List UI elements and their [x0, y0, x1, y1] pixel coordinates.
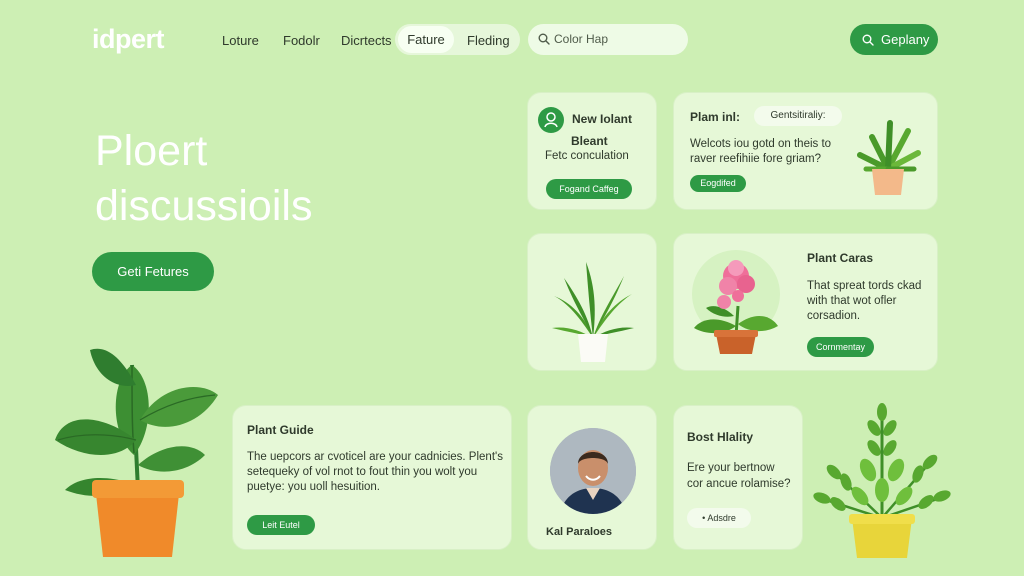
best-healthy-title: Bost Hlality [687, 430, 754, 444]
hero-title-line1: Ploert [95, 127, 208, 175]
plant-care-text-line2: with that wot ofler [807, 295, 897, 307]
new-plant-text: Fetc conculation [545, 150, 629, 162]
plant-guide-title: Plant Guide [247, 423, 314, 437]
nav-link-fleding[interactable]: Fleding [467, 33, 510, 48]
plant-info-button[interactable]: Eogdifed [690, 175, 746, 192]
card-plant-guide[interactable]: Plant Guide The uepcors ar cvoticel are … [232, 405, 512, 550]
plant-info-title: Plam inl: [690, 110, 741, 124]
nav-link-fature-active[interactable]: Fature [398, 26, 454, 53]
search-bar[interactable]: Color Hap [528, 24, 688, 55]
plant-guide-text-line3: puetye: you uoll hesuition. [247, 481, 380, 493]
top-cta-label: Geplany [881, 32, 930, 47]
user-icon [538, 107, 564, 133]
new-plant-title: New Iolant [572, 112, 633, 126]
card-best-healthy[interactable]: Bost Hlality Ere your bertnow cor ancue … [673, 405, 803, 550]
logo[interactable]: idpert [92, 24, 165, 55]
card-plant-care[interactable]: Plant Caras That spreat tords ckad with … [673, 233, 938, 371]
card-new-plant[interactable]: New Iolant Bleant Fetc conculation Fogan… [527, 92, 657, 210]
plant-care-text-line1: That spreat tords ckad [807, 280, 922, 292]
hero-title: Ploert discussioils [95, 124, 425, 234]
new-plant-subtitle: Bleant [571, 134, 608, 148]
plant-care-title: Plant Caras [807, 251, 874, 265]
plant-icon [813, 403, 951, 558]
hero-get-features-button[interactable]: Geti Fetures [92, 252, 214, 291]
card-plant-image[interactable] [527, 233, 657, 371]
plant-icon [857, 120, 921, 195]
search-icon [538, 33, 550, 45]
avatar [550, 428, 636, 514]
search-icon [862, 34, 874, 46]
top-navigation: idpert Loture Fodolr Dicrtects Fature Fl… [0, 0, 1024, 80]
card-plant-info[interactable]: Plam inl: Gentsitiraliy: Welcots iou got… [673, 92, 938, 210]
profile-name: Kal Paraloes [546, 526, 613, 538]
best-healthy-button-label: Adsdre [707, 513, 736, 523]
plant-guide-text-line2: setequeky of vol rnot to fout thin you w… [247, 466, 478, 478]
plant-guide-button[interactable]: Leit Eutel [247, 515, 315, 535]
plant-info-chip[interactable]: Gentsitiraliy: [754, 106, 842, 126]
new-plant-button[interactable]: Fogand Caffeg [546, 179, 632, 199]
plant-care-button[interactable]: Cornmentay [807, 337, 874, 357]
best-healthy-text-line2: cor ancue rolamise? [687, 478, 791, 490]
top-cta-button[interactable]: Geplany [850, 24, 938, 55]
search-placeholder: Color Hap [554, 32, 609, 46]
plant-icon [552, 262, 634, 362]
plant-care-text-line3: corsadion. [807, 310, 861, 322]
plant-guide-text-line1: The uepcors ar cvoticel are your cadnici… [247, 451, 503, 463]
flower-icon [692, 250, 780, 354]
plant-info-text-line1: Welcots iou gotd on theis to [690, 138, 832, 150]
hero-title-line2: discussioils [95, 182, 313, 230]
nav-link-dicrtects[interactable]: Dicrtects [341, 33, 392, 48]
card-profile[interactable]: Kal Paraloes [527, 405, 657, 550]
best-healthy-button[interactable]: • Adsdre [687, 508, 751, 528]
large-plant-illustration [55, 348, 218, 557]
nav-link-loture[interactable]: Loture [222, 33, 259, 48]
plant-info-text-line2: raver reefihiie fore griam? [690, 153, 822, 165]
nav-link-fodolr[interactable]: Fodolr [283, 33, 320, 48]
best-healthy-text-line1: Ere your bertnow [687, 462, 775, 474]
